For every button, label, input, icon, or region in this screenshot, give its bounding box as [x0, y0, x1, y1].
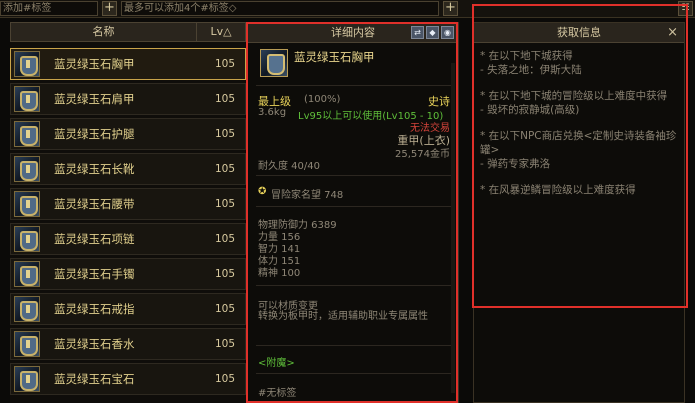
necklace-icon [14, 226, 40, 252]
list-item[interactable]: 蓝灵绿玉石腰带 105 [10, 188, 246, 220]
list-item[interactable]: 蓝灵绿玉石肩甲 105 [10, 83, 246, 115]
item-name: 蓝灵绿玉石香水 [54, 337, 135, 351]
item-name: 蓝灵绿玉石项链 [54, 232, 135, 246]
list-item[interactable]: 蓝灵绿玉石项链 105 [10, 223, 246, 255]
item-level: 105 [214, 303, 235, 315]
list-item[interactable]: 蓝灵绿玉石护腿 105 [10, 118, 246, 150]
highlight-box-detail [246, 22, 458, 403]
list-item[interactable]: 蓝灵绿玉石胸甲 105 [10, 48, 246, 80]
list-item[interactable]: 蓝灵绿玉石手镯 105 [10, 258, 246, 290]
boots-icon [14, 156, 40, 182]
item-name: 蓝灵绿玉石腰带 [54, 197, 135, 211]
item-level: 105 [214, 373, 235, 385]
gem-icon [14, 366, 40, 392]
item-level: 105 [214, 58, 235, 70]
item-name: 蓝灵绿玉石宝石 [54, 372, 135, 386]
shoulder-armor-icon [14, 86, 40, 112]
item-level: 105 [214, 198, 235, 210]
item-level: 105 [214, 338, 235, 350]
list-item[interactable]: 蓝灵绿玉石宝石 105 [10, 363, 246, 395]
list-item[interactable]: 蓝灵绿玉石戒指 105 [10, 293, 246, 325]
highlight-box-info [472, 4, 688, 308]
bracelet-icon [14, 261, 40, 287]
tag-input-left[interactable]: 添加#标签 [0, 1, 98, 16]
item-name: 蓝灵绿玉石胸甲 [54, 57, 135, 71]
chest-armor-icon [14, 51, 40, 77]
item-name: 蓝灵绿玉石戒指 [54, 302, 135, 316]
item-name: 蓝灵绿玉石手镯 [54, 267, 135, 281]
item-name: 蓝灵绿玉石肩甲 [54, 92, 135, 106]
item-level: 105 [214, 233, 235, 245]
item-list: 名称 Lv△ 蓝灵绿玉石胸甲 105 蓝灵绿玉石肩甲 105 蓝灵绿玉石护腿 1… [10, 22, 246, 403]
item-level: 105 [214, 93, 235, 105]
ring-icon [14, 296, 40, 322]
item-name: 蓝灵绿玉石长靴 [54, 162, 135, 176]
tag-input-right[interactable]: 最多可以添加4个#标签◇ [121, 1, 439, 16]
add-tag-button[interactable]: + [102, 1, 117, 16]
belt-icon [14, 191, 40, 217]
column-header-name[interactable]: 名称 [11, 23, 197, 41]
item-name: 蓝灵绿玉石护腿 [54, 127, 135, 141]
column-header-level[interactable]: Lv△ [197, 23, 245, 41]
item-level: 105 [214, 268, 235, 280]
perfume-icon [14, 331, 40, 357]
item-level: 105 [214, 128, 235, 140]
add-tag-button-2[interactable]: + [443, 1, 458, 16]
list-item[interactable]: 蓝灵绿玉石香水 105 [10, 328, 246, 360]
list-item[interactable]: 蓝灵绿玉石长靴 105 [10, 153, 246, 185]
list-header: 名称 Lv△ [10, 22, 246, 42]
leg-armor-icon [14, 121, 40, 147]
item-level: 105 [214, 163, 235, 175]
